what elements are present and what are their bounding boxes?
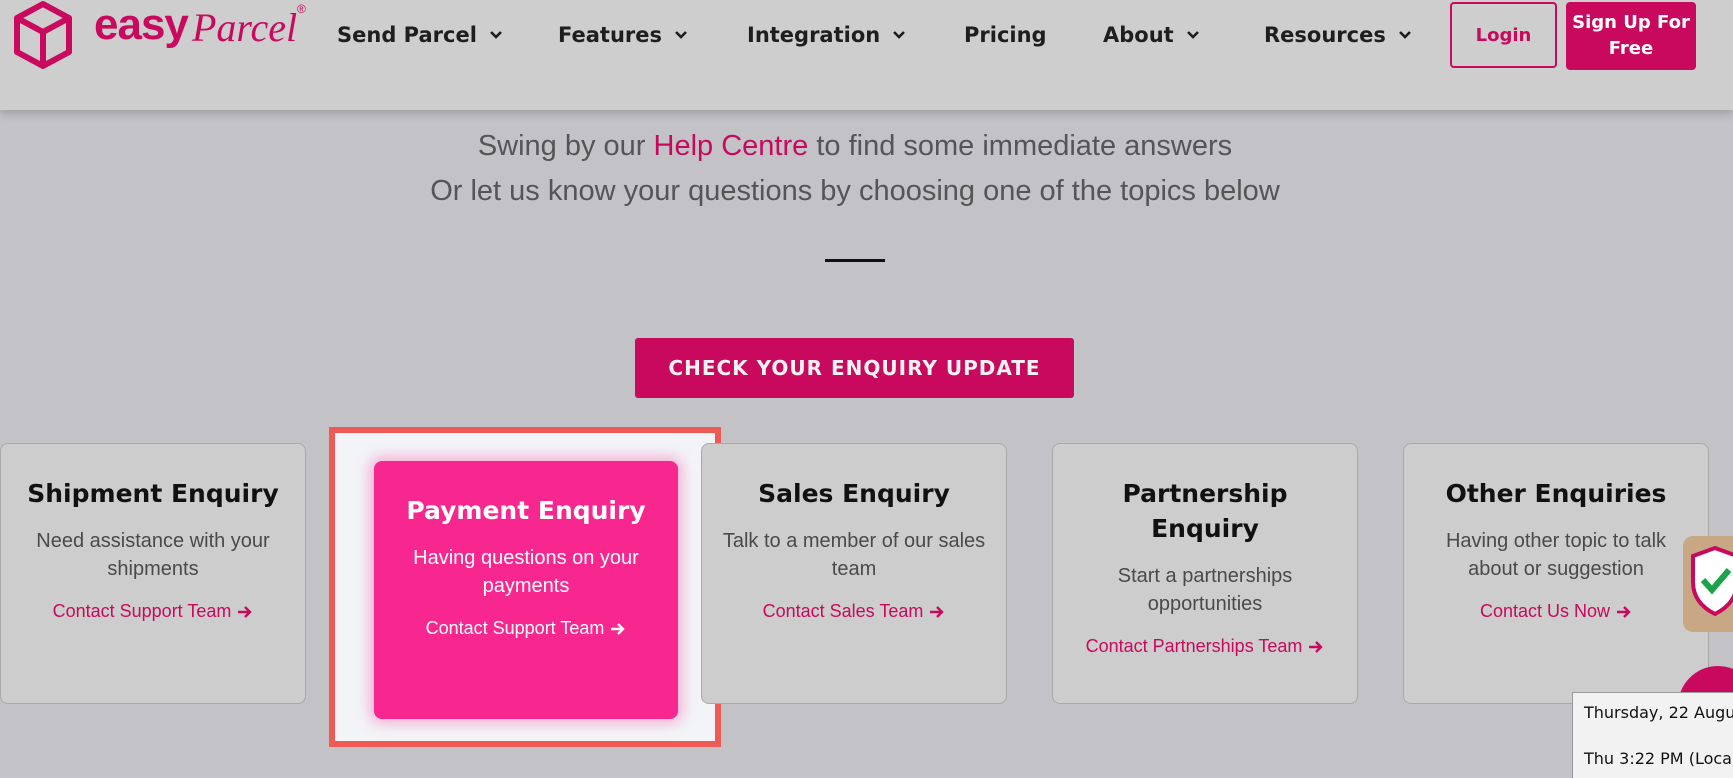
chevron-down-icon xyxy=(1398,31,1411,39)
nav-integration[interactable]: Integration xyxy=(747,20,906,50)
card-title: Sales Enquiry xyxy=(758,479,950,508)
intro-line-2: Or let us know your questions by choosin… xyxy=(430,175,1280,207)
contact-support-link[interactable]: Contact Support Team xyxy=(53,601,254,622)
logo-registered-mark: ® xyxy=(297,2,306,16)
nav-label: Features xyxy=(558,23,662,47)
card-description: Having questions on your payments xyxy=(413,547,639,597)
nav-resources[interactable]: Resources xyxy=(1264,20,1412,50)
chevron-down-icon xyxy=(675,31,687,39)
card-description: Talk to a member of our sales team xyxy=(722,530,986,580)
tooltip-date: Thursday, 22 Augu xyxy=(1584,703,1733,722)
card-other-enquiries[interactable]: Other Enquiries Having other topic to ta… xyxy=(1403,443,1709,704)
section-divider xyxy=(825,259,885,262)
nav-label: Resources xyxy=(1264,23,1386,47)
tooltip-time: Thu 3:22 PM (Loca xyxy=(1584,749,1732,768)
chevron-down-icon xyxy=(893,31,906,39)
card-title: Partnership Enquiry xyxy=(1122,479,1288,543)
card-description: Need assistance with your shipments xyxy=(36,530,270,580)
card-sales-enquiry[interactable]: Sales Enquiry Talk to a member of our sa… xyxy=(701,443,1007,704)
card-description: Having other topic to talk about or sugg… xyxy=(1445,530,1667,580)
card-link-label: Contact Support Team xyxy=(425,618,605,638)
contact-sales-link[interactable]: Contact Sales Team xyxy=(763,601,946,622)
contact-us-link[interactable]: Contact Us Now xyxy=(1480,601,1632,622)
chevron-down-icon xyxy=(489,31,502,39)
nav-pricing[interactable]: Pricing xyxy=(964,20,1047,50)
nav-label: Integration xyxy=(747,23,881,47)
nav-features[interactable]: Features xyxy=(558,20,688,50)
card-link-label: Contact Support Team xyxy=(52,601,232,621)
intro-text-before: Swing by our xyxy=(477,130,654,162)
chevron-down-icon xyxy=(1186,31,1199,39)
signup-button[interactable]: Sign Up For Free xyxy=(1566,2,1696,70)
protection-shield-badge[interactable] xyxy=(1683,536,1733,632)
check-enquiry-button[interactable]: CHECK YOUR ENQUIRY UPDATE xyxy=(635,338,1074,398)
card-shipment-enquiry[interactable]: Shipment Enquiry Need assistance with yo… xyxy=(0,443,306,704)
nav-label: About xyxy=(1103,23,1174,47)
datetime-tooltip: Thursday, 22 Augu Thu 3:22 PM (Loca xyxy=(1572,692,1733,778)
card-link-label: Contact Sales Team xyxy=(762,601,924,621)
card-link-label: Contact Us Now xyxy=(1479,601,1611,621)
arrow-right-icon xyxy=(930,605,945,618)
login-button[interactable]: Login xyxy=(1450,2,1557,68)
nav-label: Pricing xyxy=(964,23,1047,47)
card-partnership-enquiry[interactable]: Partnership Enquiry Start a partnerships… xyxy=(1052,443,1358,704)
arrow-right-icon xyxy=(611,622,626,635)
card-title: Other Enquiries xyxy=(1445,479,1667,508)
nav-label: Send Parcel xyxy=(337,23,477,47)
contact-support-link[interactable]: Contact Support Team xyxy=(426,618,627,639)
arrow-right-icon xyxy=(238,605,253,618)
contact-partnerships-link[interactable]: Contact Partnerships Team xyxy=(1086,636,1325,657)
box-icon xyxy=(14,1,72,69)
logo-text-easy: easy xyxy=(94,0,189,49)
intro-line-1: Swing by our Help Centre to find some im… xyxy=(0,130,1710,163)
nav-about[interactable]: About xyxy=(1103,20,1200,50)
logo-text-parcel: Parcel xyxy=(192,5,298,50)
help-centre-link[interactable]: Help Centre xyxy=(654,130,809,162)
card-payment-enquiry[interactable]: Payment Enquiry Having questions on your… xyxy=(374,461,678,719)
card-title: Shipment Enquiry xyxy=(27,479,279,508)
card-title: Payment Enquiry xyxy=(406,496,646,525)
site-header: easy Parcel ® Send Parcel Features Integ… xyxy=(0,0,1733,110)
arrow-right-icon xyxy=(1617,605,1631,618)
card-description: Start a partnerships opportunities xyxy=(1117,565,1293,615)
shield-check-icon xyxy=(1691,545,1733,617)
nav-send-parcel[interactable]: Send Parcel xyxy=(337,20,503,50)
easyparcel-logo[interactable]: easy Parcel ® xyxy=(12,0,306,72)
arrow-right-icon xyxy=(1309,640,1324,653)
intro-text-after: to find some immediate answers xyxy=(808,130,1233,162)
card-link-label: Contact Partnerships Team xyxy=(1085,636,1303,656)
